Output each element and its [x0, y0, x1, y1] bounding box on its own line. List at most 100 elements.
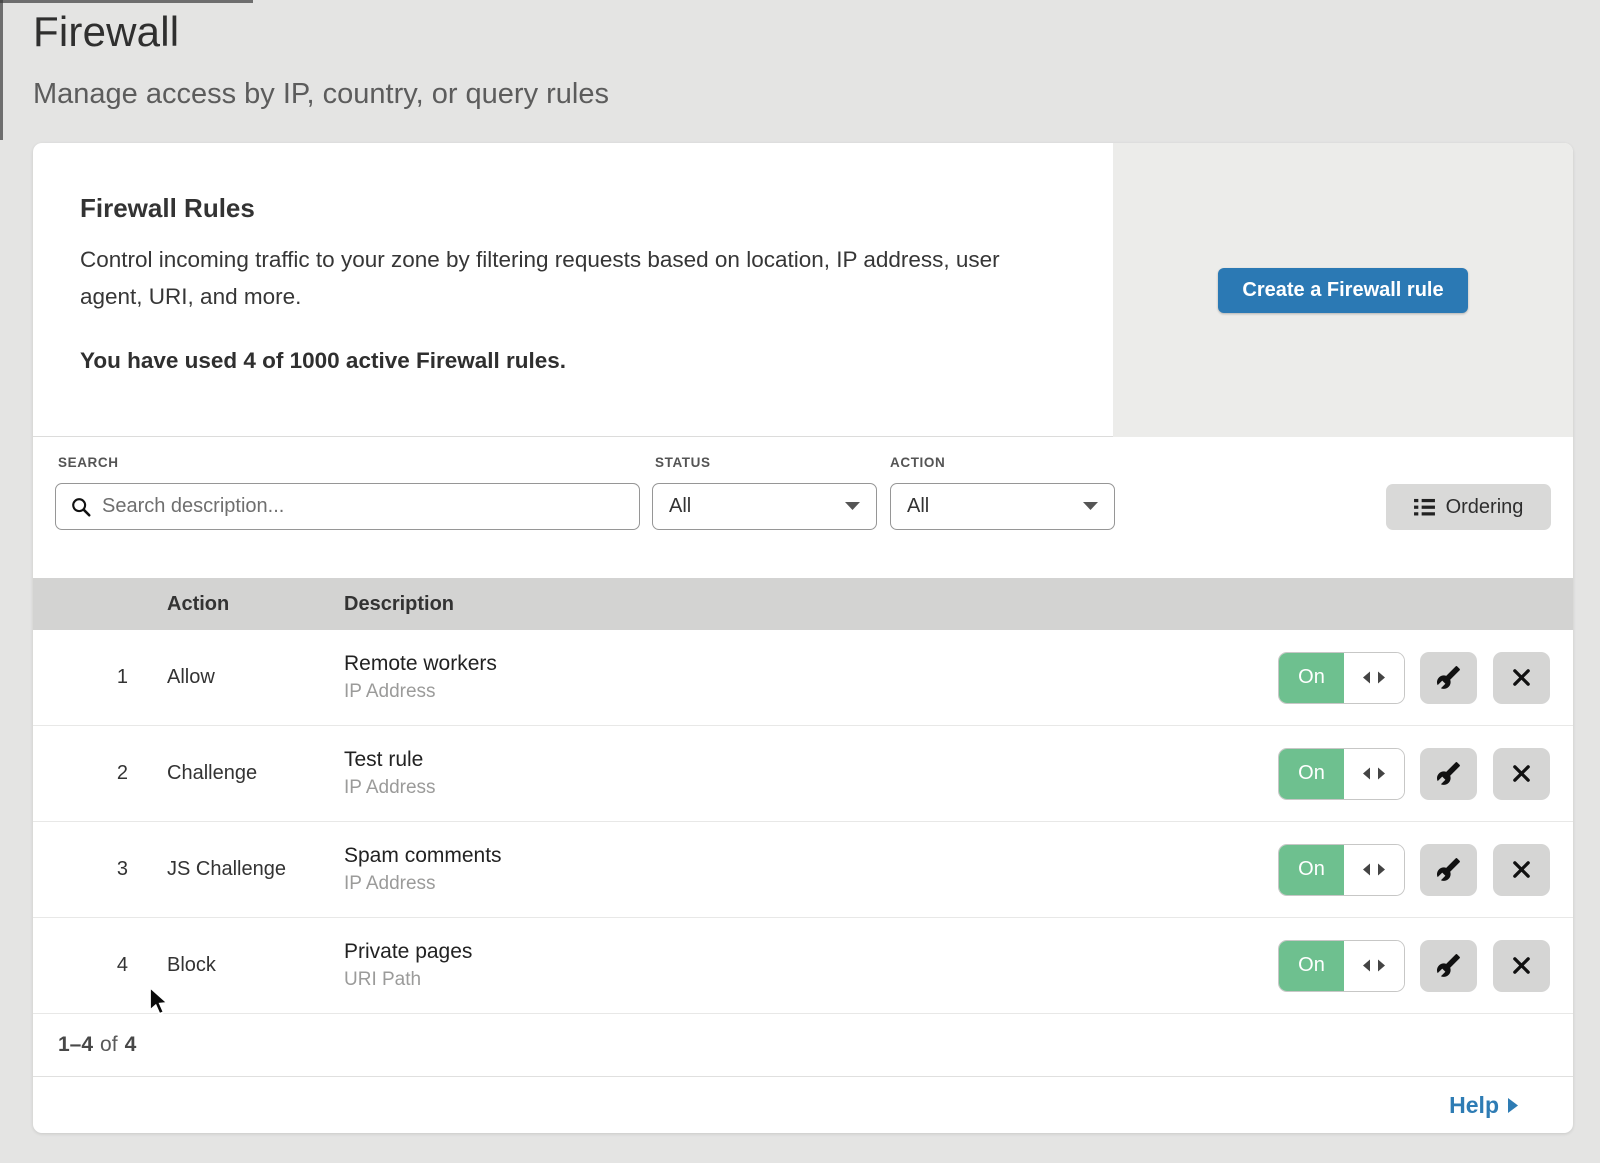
toggle-knob	[1344, 749, 1404, 799]
pagination-of: of	[93, 1033, 125, 1057]
left-right-arrows-icon	[1363, 671, 1385, 684]
rule-action: Block	[128, 954, 344, 977]
rule-enabled-toggle[interactable]: On	[1278, 652, 1405, 704]
action-select-value: All	[907, 495, 929, 518]
intro-section: Firewall Rules Control incoming traffic …	[33, 143, 1573, 437]
close-icon	[1511, 859, 1532, 880]
toggle-on-label: On	[1279, 845, 1344, 895]
table-header: Action Description	[33, 578, 1573, 630]
rule-priority: 3	[33, 858, 128, 881]
section-heading: Firewall Rules	[80, 193, 255, 224]
edit-rule-button[interactable]	[1420, 652, 1477, 704]
pagination-total: 4	[125, 1033, 137, 1057]
triangle-right-icon	[1508, 1098, 1518, 1113]
table-row: 1 Allow Remote workers IP Address On	[33, 630, 1573, 726]
rule-enabled-toggle[interactable]: On	[1278, 940, 1405, 992]
wrench-icon	[1436, 953, 1461, 978]
rule-description-cell: Spam comments IP Address	[344, 844, 1278, 895]
rule-match-type: URI Path	[344, 969, 1278, 991]
left-right-arrows-icon	[1363, 863, 1385, 876]
rule-controls: On	[1278, 940, 1550, 992]
create-firewall-rule-button[interactable]: Create a Firewall rule	[1218, 268, 1468, 313]
status-label: STATUS	[655, 455, 711, 470]
delete-rule-button[interactable]	[1493, 748, 1550, 800]
create-rule-panel: Create a Firewall rule	[1113, 143, 1573, 437]
ordering-button-label: Ordering	[1446, 496, 1524, 519]
chevron-down-icon	[845, 502, 860, 511]
firewall-rules-card: Firewall Rules Control incoming traffic …	[33, 143, 1573, 1133]
left-right-arrows-icon	[1363, 959, 1385, 972]
rule-match-type: IP Address	[344, 681, 1278, 703]
search-label: SEARCH	[58, 455, 119, 470]
search-icon	[70, 496, 92, 518]
delete-rule-button[interactable]	[1493, 844, 1550, 896]
rule-priority: 2	[33, 762, 128, 785]
rule-description: Private pages	[344, 940, 1278, 964]
section-description: Control incoming traffic to your zone by…	[80, 241, 1025, 315]
search-input[interactable]	[102, 495, 625, 518]
page-subtitle: Manage access by IP, country, or query r…	[33, 78, 609, 111]
firewall-page: { "page": { "title": "Firewall", "subtit…	[0, 0, 1600, 1163]
action-label: ACTION	[890, 455, 945, 470]
card-footer: Help	[33, 1077, 1573, 1133]
table-row: 3 JS Challenge Spam comments IP Address …	[33, 822, 1573, 918]
pagination: 1–4 of 4	[33, 1014, 1573, 1077]
toggle-knob	[1344, 845, 1404, 895]
edit-rule-button[interactable]	[1420, 940, 1477, 992]
list-icon	[1414, 498, 1435, 517]
rule-description: Remote workers	[344, 652, 1278, 676]
pagination-range: 1–4	[58, 1033, 93, 1057]
rule-priority: 4	[33, 954, 128, 977]
action-column-header: Action	[128, 593, 344, 616]
toggle-knob	[1344, 941, 1404, 991]
status-select[interactable]: All	[652, 483, 877, 530]
left-right-arrows-icon	[1363, 767, 1385, 780]
wrench-icon	[1436, 761, 1461, 786]
chevron-down-icon	[1083, 502, 1098, 511]
toggle-on-label: On	[1279, 653, 1344, 703]
status-select-value: All	[669, 495, 691, 518]
window-edge-left	[0, 0, 3, 140]
delete-rule-button[interactable]	[1493, 652, 1550, 704]
action-select[interactable]: All	[890, 483, 1115, 530]
rule-description-cell: Private pages URI Path	[344, 940, 1278, 991]
rule-action: JS Challenge	[128, 858, 344, 881]
toggle-on-label: On	[1279, 941, 1344, 991]
rule-action: Allow	[128, 666, 344, 689]
table-row: 4 Block Private pages URI Path On	[33, 918, 1573, 1014]
wrench-icon	[1436, 857, 1461, 882]
edit-rule-button[interactable]	[1420, 748, 1477, 800]
rule-description: Test rule	[344, 748, 1278, 772]
rule-priority: 1	[33, 666, 128, 689]
toggle-knob	[1344, 653, 1404, 703]
close-icon	[1511, 763, 1532, 784]
rule-description-cell: Remote workers IP Address	[344, 652, 1278, 703]
help-link-label: Help	[1449, 1092, 1499, 1119]
rule-enabled-toggle[interactable]: On	[1278, 844, 1405, 896]
usage-summary: You have used 4 of 1000 active Firewall …	[80, 348, 566, 374]
help-link[interactable]: Help	[1449, 1092, 1518, 1119]
toggle-on-label: On	[1279, 749, 1344, 799]
rule-enabled-toggle[interactable]: On	[1278, 748, 1405, 800]
close-icon	[1511, 667, 1532, 688]
page-title: Firewall	[33, 8, 179, 56]
wrench-icon	[1436, 665, 1461, 690]
rule-controls: On	[1278, 844, 1550, 896]
rule-description: Spam comments	[344, 844, 1278, 868]
rule-controls: On	[1278, 652, 1550, 704]
edit-rule-button[interactable]	[1420, 844, 1477, 896]
window-edge-top	[0, 0, 253, 3]
table-row: 2 Challenge Test rule IP Address On	[33, 726, 1573, 822]
search-box	[55, 483, 640, 530]
rule-match-type: IP Address	[344, 777, 1278, 799]
table-body: 1 Allow Remote workers IP Address On	[33, 630, 1573, 1014]
description-column-header: Description	[344, 593, 1573, 616]
rule-match-type: IP Address	[344, 873, 1278, 895]
close-icon	[1511, 955, 1532, 976]
filters-bar: SEARCH STATUS ACTION All All Ordering	[33, 438, 1573, 578]
rule-action: Challenge	[128, 762, 344, 785]
rule-controls: On	[1278, 748, 1550, 800]
rule-description-cell: Test rule IP Address	[344, 748, 1278, 799]
ordering-button[interactable]: Ordering	[1386, 484, 1551, 530]
delete-rule-button[interactable]	[1493, 940, 1550, 992]
